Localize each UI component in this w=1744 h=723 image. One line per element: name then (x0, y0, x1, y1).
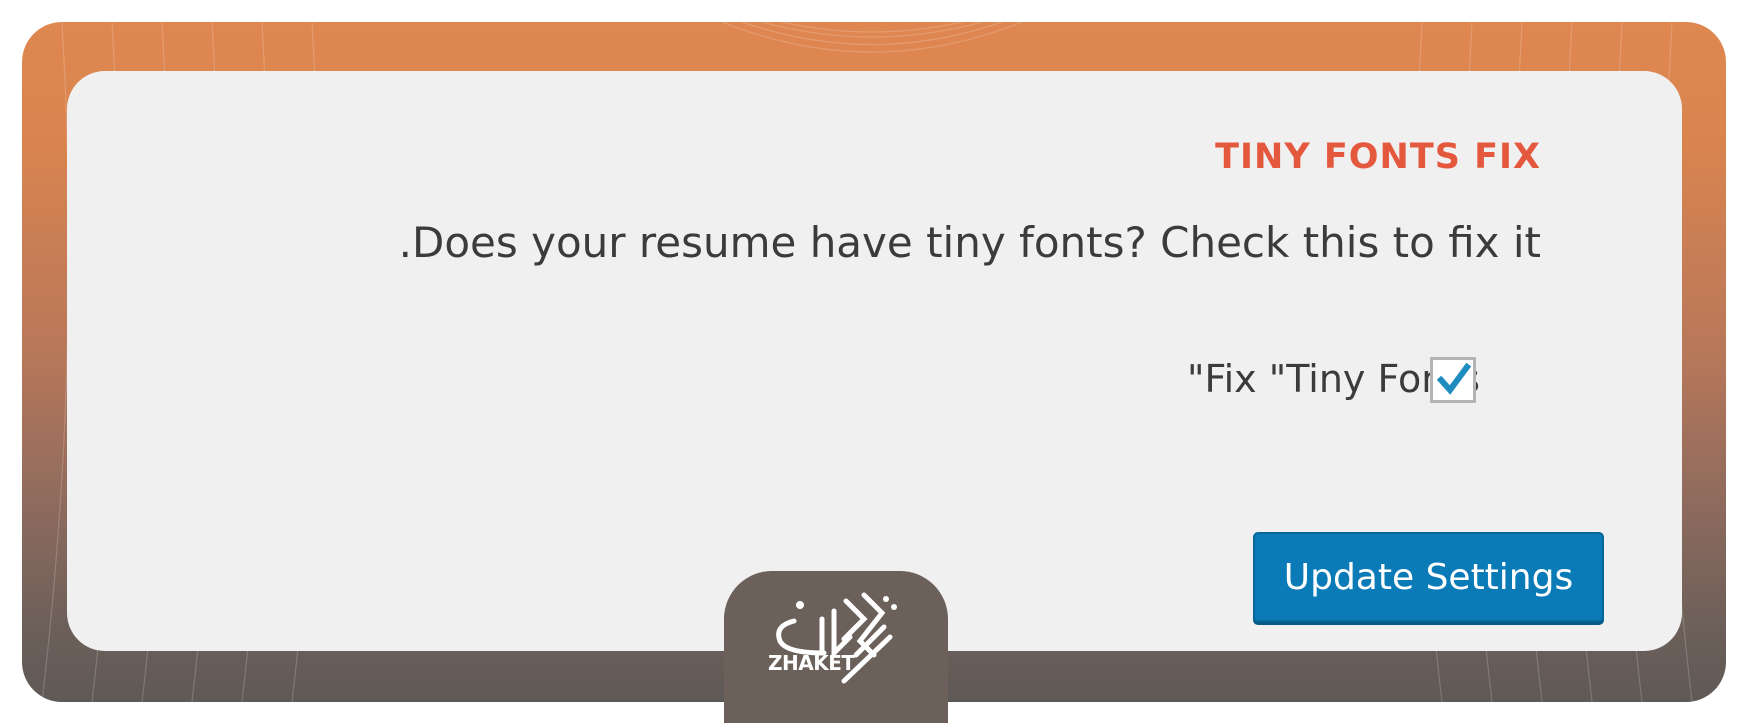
settings-description: Does your resume have tiny fonts? Check … (398, 218, 1541, 267)
zhaket-watermark: ZHAKET (724, 571, 948, 723)
update-settings-button[interactable]: Update Settings (1253, 532, 1604, 622)
checkmark-icon (1436, 362, 1472, 395)
tiny-fonts-checkbox[interactable] (1430, 357, 1476, 403)
zhaket-brand-text: ZHAKET (768, 651, 855, 675)
section-title: TINY FONTS FIX (1215, 137, 1541, 177)
